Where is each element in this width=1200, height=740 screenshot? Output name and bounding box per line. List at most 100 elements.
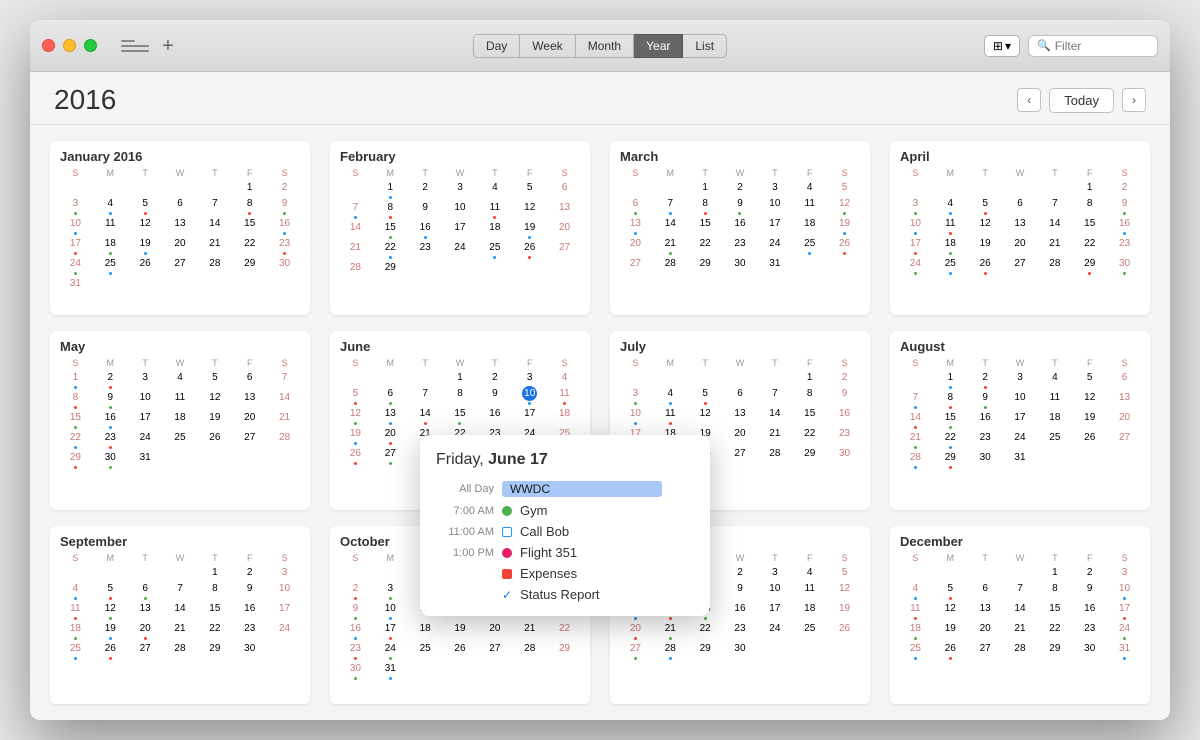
day-cell-2-24[interactable]: 24: [757, 236, 792, 255]
day-cell-6-8[interactable]: 8: [792, 386, 827, 405]
day-cell-2-3[interactable]: 3: [757, 180, 792, 195]
day-cell-5-17[interactable]: 17: [512, 406, 547, 425]
day-cell-8-14[interactable]: 14: [163, 601, 198, 620]
day-cell-11-15[interactable]: 15: [1037, 601, 1072, 620]
day-cell-4-19[interactable]: 19: [197, 410, 232, 429]
day-cell-11-19[interactable]: 19: [933, 621, 968, 640]
day-cell-2-17[interactable]: 17: [757, 216, 792, 235]
day-cell-8-19[interactable]: 19: [93, 621, 128, 640]
day-cell-11-6[interactable]: 6: [968, 581, 1003, 600]
day-cell-3-12[interactable]: 12: [968, 216, 1003, 235]
day-cell-9-17[interactable]: 17: [373, 621, 408, 640]
day-cell-8-26[interactable]: 26: [93, 641, 128, 660]
day-cell-6-15[interactable]: 15: [792, 406, 827, 425]
day-cell-6-21[interactable]: 21: [757, 426, 792, 445]
day-cell-8-25[interactable]: 25: [58, 641, 93, 660]
day-cell-3-28[interactable]: 28: [1037, 256, 1072, 275]
day-cell-7-8[interactable]: 8: [933, 390, 968, 409]
day-cell-6-12[interactable]: 12: [688, 406, 723, 425]
day-cell-11-20[interactable]: 20: [968, 621, 1003, 640]
day-cell-1-1[interactable]: 1: [373, 180, 408, 199]
day-cell-8-15[interactable]: 15: [197, 601, 232, 620]
day-cell-0-12[interactable]: 12: [128, 216, 163, 235]
day-cell-1-14[interactable]: 14: [338, 220, 373, 239]
day-cell-10-21[interactable]: 21: [653, 621, 688, 640]
day-cell-5-3[interactable]: 3: [512, 370, 547, 385]
day-cell-0-4[interactable]: 4: [93, 196, 128, 215]
day-cell-1-13[interactable]: 13: [547, 200, 582, 219]
day-cell-4-12[interactable]: 12: [197, 390, 232, 409]
day-cell-1-5[interactable]: 5: [512, 180, 547, 199]
day-cell-2-10[interactable]: 10: [757, 196, 792, 215]
day-cell-7-12[interactable]: 12: [1072, 390, 1107, 409]
day-cell-2-21[interactable]: 21: [653, 236, 688, 255]
day-cell-7-17[interactable]: 17: [1003, 410, 1038, 429]
day-cell-10-18[interactable]: 18: [792, 601, 827, 620]
day-cell-3-24[interactable]: 24: [898, 256, 933, 275]
day-cell-7-23[interactable]: 23: [968, 430, 1003, 449]
day-cell-10-12[interactable]: 12: [827, 581, 862, 600]
day-cell-3-27[interactable]: 27: [1003, 256, 1038, 275]
day-cell-7-10[interactable]: 10: [1003, 390, 1038, 409]
day-cell-3-20[interactable]: 20: [1003, 236, 1038, 255]
day-cell-3-6[interactable]: 6: [1003, 196, 1038, 215]
day-cell-0-7[interactable]: 7: [197, 196, 232, 215]
day-cell-8-21[interactable]: 21: [163, 621, 198, 640]
day-cell-7-3[interactable]: 3: [1003, 370, 1038, 389]
day-cell-8-27[interactable]: 27: [128, 641, 163, 660]
search-box[interactable]: 🔍: [1028, 35, 1158, 57]
day-cell-6-3[interactable]: 3: [618, 386, 653, 405]
day-cell-11-3[interactable]: 3: [1107, 565, 1142, 580]
day-cell-7-29[interactable]: 29: [933, 450, 968, 469]
day-cell-2-5[interactable]: 5: [827, 180, 862, 195]
day-cell-6-29[interactable]: 29: [792, 446, 827, 465]
day-cell-2-18[interactable]: 18: [792, 216, 827, 235]
day-cell-0-8[interactable]: 8: [232, 196, 267, 215]
day-cell-3-3[interactable]: 3: [898, 196, 933, 215]
day-cell-8-24[interactable]: 24: [267, 621, 302, 640]
day-cell-0-14[interactable]: 14: [197, 216, 232, 235]
day-cell-4-9[interactable]: 9: [93, 390, 128, 409]
day-cell-7-20[interactable]: 20: [1107, 410, 1142, 429]
day-cell-1-17[interactable]: 17: [443, 220, 478, 239]
day-cell-4-1[interactable]: 1: [58, 370, 93, 389]
day-cell-9-28[interactable]: 28: [512, 641, 547, 660]
day-cell-0-17[interactable]: 17: [58, 236, 93, 255]
day-cell-8-16[interactable]: 16: [232, 601, 267, 620]
day-cell-8-17[interactable]: 17: [267, 601, 302, 620]
day-cell-6-28[interactable]: 28: [757, 446, 792, 465]
day-cell-10-24[interactable]: 24: [757, 621, 792, 640]
day-cell-2-1[interactable]: 1: [688, 180, 723, 195]
day-cell-7-15[interactable]: 15: [933, 410, 968, 429]
day-cell-6-20[interactable]: 20: [723, 426, 758, 445]
day-cell-1-28[interactable]: 28: [338, 260, 373, 275]
search-input[interactable]: [1055, 39, 1145, 53]
day-cell-3-18[interactable]: 18: [933, 236, 968, 255]
day-cell-11-16[interactable]: 16: [1072, 601, 1107, 620]
day-cell-11-10[interactable]: 10: [1107, 581, 1142, 600]
today-button[interactable]: Today: [1049, 88, 1114, 113]
day-cell-1-10[interactable]: 10: [443, 200, 478, 219]
day-cell-7-7[interactable]: 7: [898, 390, 933, 409]
day-cell-3-11[interactable]: 11: [933, 216, 968, 235]
day-cell-8-2[interactable]: 2: [232, 565, 267, 580]
day-cell-2-29[interactable]: 29: [688, 256, 723, 271]
day-cell-1-9[interactable]: 9: [408, 200, 443, 219]
day-cell-7-25[interactable]: 25: [1037, 430, 1072, 449]
minimize-button[interactable]: [63, 39, 76, 52]
day-cell-5-15[interactable]: 15: [443, 406, 478, 425]
day-cell-9-25[interactable]: 25: [408, 641, 443, 660]
day-cell-1-7[interactable]: 7: [338, 200, 373, 219]
day-cell-0-18[interactable]: 18: [93, 236, 128, 255]
day-cell-9-18[interactable]: 18: [408, 621, 443, 640]
sidebar-toggle-button[interactable]: [121, 36, 149, 56]
day-cell-9-3[interactable]: 3: [373, 581, 408, 600]
day-cell-8-6[interactable]: 6: [128, 581, 163, 600]
day-cell-0-6[interactable]: 6: [163, 196, 198, 215]
day-cell-5-11[interactable]: 11: [547, 386, 582, 405]
day-cell-0-25[interactable]: 25: [93, 256, 128, 275]
day-cell-11-23[interactable]: 23: [1072, 621, 1107, 640]
day-cell-11-12[interactable]: 12: [933, 601, 968, 620]
day-cell-5-1[interactable]: 1: [443, 370, 478, 385]
day-cell-4-20[interactable]: 20: [232, 410, 267, 429]
